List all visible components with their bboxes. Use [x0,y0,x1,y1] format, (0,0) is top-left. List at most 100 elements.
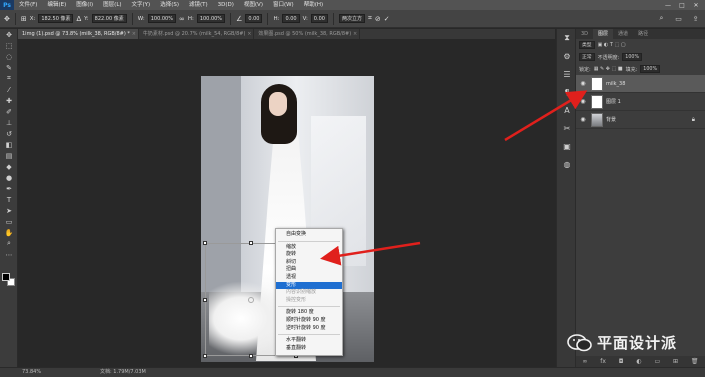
tab-channels[interactable]: 通道 [613,29,633,39]
lasso-tool-icon[interactable]: ◌ [0,51,18,62]
type-tool-icon[interactable]: T [0,194,18,205]
link-layers-icon[interactable]: ∞ [582,358,587,365]
tab-3d[interactable]: 3D [576,29,593,39]
cancel-icon[interactable]: ⊘ [375,15,381,23]
menu-view[interactable]: 视图(V) [239,0,268,10]
reference-point[interactable] [248,297,254,303]
libraries-icon[interactable]: ▣ [557,137,577,155]
menu-image[interactable]: 图像(I) [71,0,98,10]
eraser-tool-icon[interactable]: ◧ [0,139,18,150]
tab-document-2[interactable]: 牛奶素材.psd @ 20.7% (milk_54, RGB/8#) × [139,29,255,39]
link-icon[interactable]: ∞ [179,15,185,23]
move-tool-icon[interactable]: ✥ [0,29,18,40]
kind-filter-select[interactable]: 类型 [579,41,595,49]
history-brush-icon[interactable]: ↺ [0,128,18,139]
layer-background[interactable]: ◉ 背景 🔒︎ [576,111,705,129]
eyedropper-icon[interactable]: ⁄ [0,84,18,95]
dodge-tool-icon[interactable]: ● [0,172,18,183]
brushes-icon[interactable]: ✂ [557,119,577,137]
opacity-field[interactable]: 100% [622,53,643,61]
zoom-tool-icon[interactable]: ⌕ [0,238,18,249]
hand-tool-icon[interactable]: ✋ [0,227,18,238]
menu-filter[interactable]: 滤镜(T) [184,0,213,10]
menu-distort[interactable]: 扭曲 [276,266,342,274]
angle-field[interactable]: 0.00 [245,14,263,23]
close-tab-icon[interactable]: × [247,29,251,39]
tab-document-1[interactable]: 1img (1).psd @ 73.8% (milk_38, RGB/8#) *… [18,29,139,39]
foreground-color-swatch[interactable] [2,273,10,281]
close-tab-icon[interactable]: × [353,29,357,39]
x-field[interactable]: 182.50 像素 [38,14,74,23]
tab-layers[interactable]: 图层 [593,29,614,39]
menu-perspective[interactable]: 透视 [276,274,342,282]
menu-flip-vertical[interactable]: 垂直翻转 [276,345,342,353]
brush-tool-icon[interactable]: ✐ [0,106,18,117]
trash-icon[interactable]: 🗑︎ [691,358,699,365]
menu-3d[interactable]: 3D(D) [213,0,239,10]
width-field[interactable]: 100.00% [147,14,176,23]
layer-1[interactable]: ◉ 图层 1 [576,93,705,111]
menu-rotate-90-ccw[interactable]: 逆时针旋转 90 度 [276,325,342,333]
delta-icon[interactable]: ∆ [76,15,81,23]
visibility-eye-icon[interactable]: ◉ [578,80,588,87]
shape-tool-icon[interactable]: ▭ [0,216,18,227]
workspace-icon[interactable]: ▭ [673,13,684,24]
menu-rotate-180[interactable]: 旋转 180 度 [276,309,342,317]
menu-file[interactable]: 文件(F) [14,0,42,10]
quick-select-icon[interactable]: ✎ [0,62,18,73]
menu-select[interactable]: 选择(S) [155,0,184,10]
blend-mode-select[interactable]: 正常 [579,53,595,61]
canvas-area[interactable]: 自由变换 缩放 旋转 斜切 扭曲 透视 变形 内容识别缩放 操控变形 旋转 18… [18,39,555,367]
lock-icons[interactable]: ▦ ✎ ✥ ⬚ ■ [594,66,623,72]
stamp-tool-icon[interactable]: ⊥ [0,117,18,128]
menu-window[interactable]: 窗口(W) [268,0,299,10]
visibility-eye-icon[interactable]: ◉ [578,116,588,123]
menu-flip-horizontal[interactable]: 水平翻转 [276,337,342,345]
pen-tool-icon[interactable]: ✒ [0,183,18,194]
fill-field[interactable]: 100% [640,65,661,73]
warp-icon[interactable]: ⌗ [368,14,372,23]
transform-handle[interactable] [203,241,207,245]
tab-paths[interactable]: 路径 [633,29,653,39]
interpolation-select[interactable]: 两次立方 [338,14,365,23]
character-icon[interactable]: A [557,101,577,119]
paragraph-icon[interactable]: ¶ [557,83,577,101]
close-tab-icon[interactable]: × [132,29,136,39]
transform-handle[interactable] [203,298,207,302]
menu-free-transform[interactable]: 自由变换 [276,231,342,239]
path-select-icon[interactable]: ➤ [0,205,18,216]
healing-brush-icon[interactable]: ✚ [0,95,18,106]
transform-handle[interactable] [203,354,207,358]
new-layer-icon[interactable]: ⊞ [673,358,678,365]
document-size[interactable]: 文档: 1.79M/7.03M [100,368,146,377]
crop-tool-icon[interactable]: ⌗ [0,73,18,84]
properties-icon[interactable]: ☰ [557,65,577,83]
menu-help[interactable]: 帮助(H) [299,0,328,10]
minimize-button[interactable]: — [661,0,675,10]
transform-handle[interactable] [249,241,253,245]
h-skew-field[interactable]: 0.00 [282,14,300,23]
height-field[interactable]: 100.00% [196,14,226,23]
mask-icon[interactable]: ◘ [619,358,624,365]
adjustment-layer-icon[interactable]: ◐ [636,358,641,365]
share-icon[interactable]: ⇪ [690,13,701,24]
blur-tool-icon[interactable]: ◆ [0,161,18,172]
filter-icons[interactable]: ▣ ◐ T ⬚ ▢ [598,42,626,48]
y-field[interactable]: 822.00 像素 [91,14,127,23]
v-skew-field[interactable]: 0.00 [310,14,328,23]
adjustments-icon[interactable]: ⚙ [557,47,577,65]
more-tools-icon[interactable]: ⋯ [0,249,18,260]
layer-milk-38[interactable]: ◉ milk_38 [576,75,705,93]
search-icon[interactable]: ⌕ [656,13,667,24]
visibility-eye-icon[interactable]: ◉ [578,98,588,105]
close-button[interactable]: ✕ [689,0,703,10]
gradient-tool-icon[interactable]: ▤ [0,150,18,161]
menu-layer[interactable]: 图层(L) [98,0,126,10]
commit-icon[interactable]: ✓ [384,15,390,23]
tab-document-3[interactable]: 效果图.psd @ 50% (milk_38, RGB/8#) × [254,29,361,39]
marquee-tool-icon[interactable]: ⬚ [0,40,18,51]
menu-rotate-90-cw[interactable]: 顺时针旋转 90 度 [276,317,342,325]
menu-edit[interactable]: 编辑(E) [42,0,71,10]
transform-handle[interactable] [249,354,253,358]
zoom-level[interactable]: 73.84% [22,368,41,377]
